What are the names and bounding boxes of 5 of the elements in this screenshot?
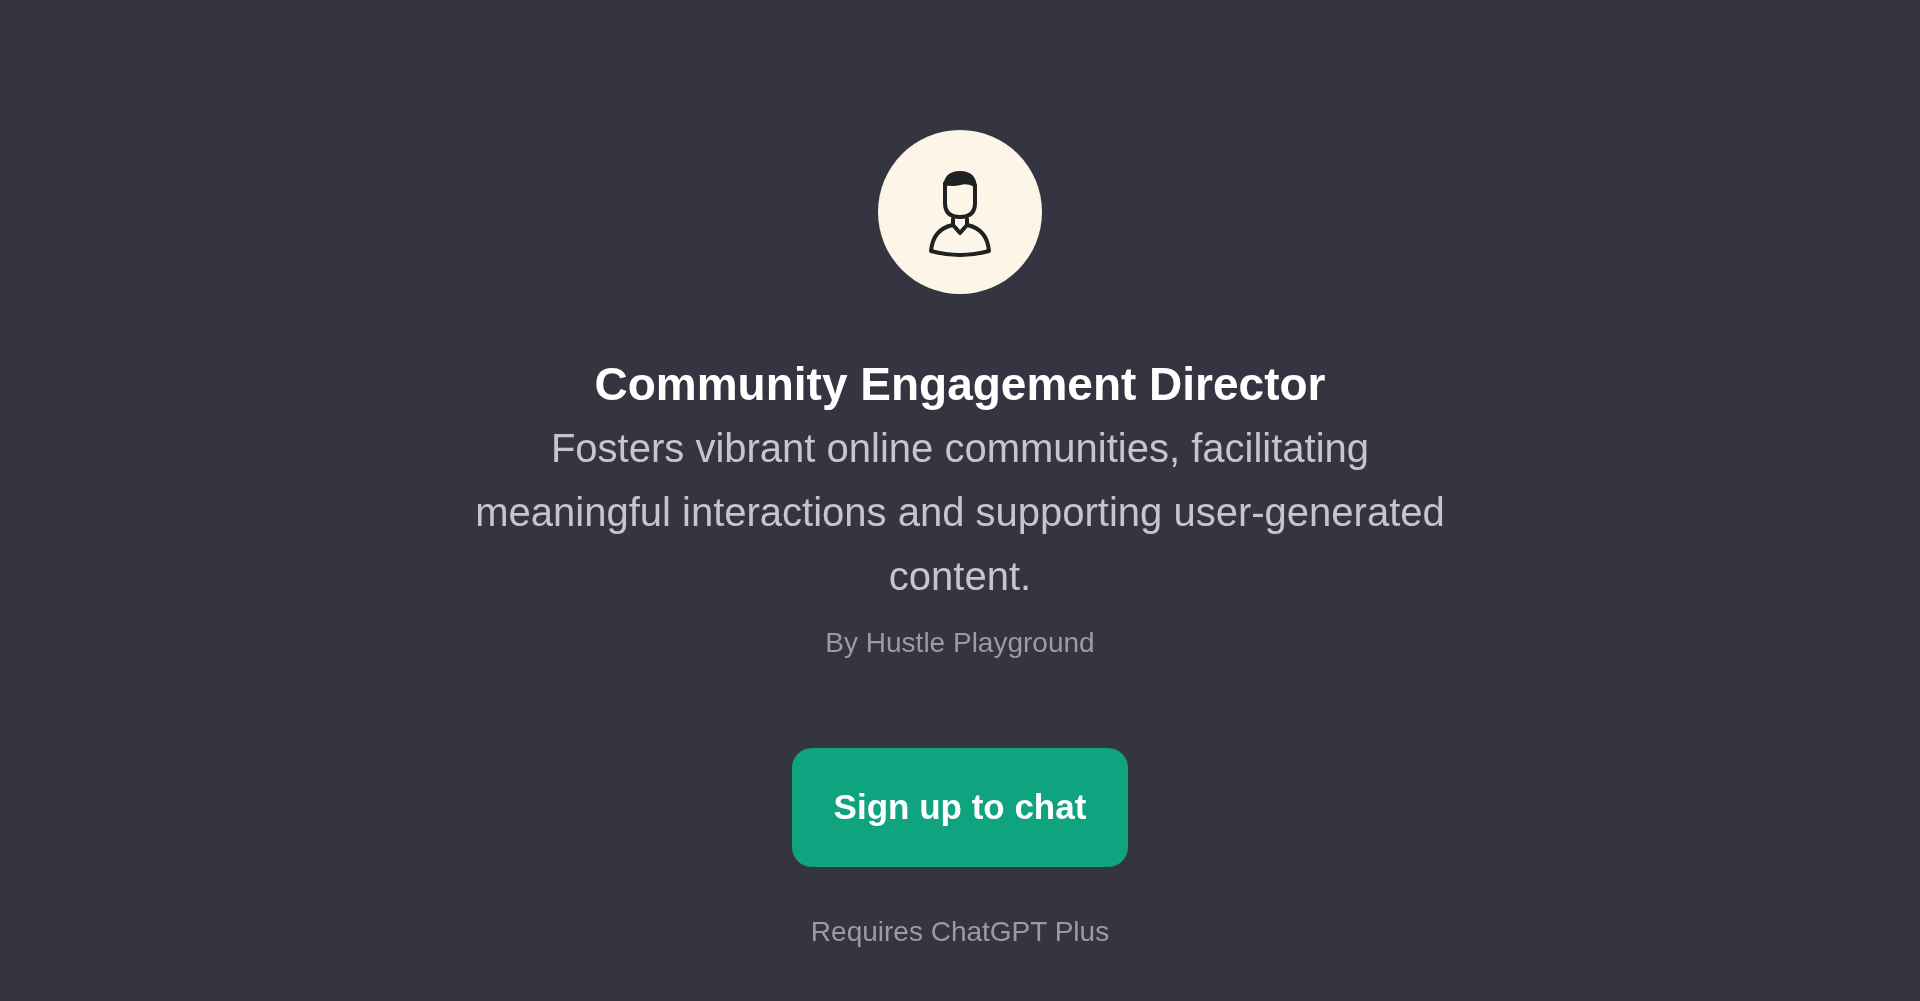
footnote: Requires ChatGPT Plus: [810, 915, 1110, 949]
signup-button[interactable]: Sign up to chat: [792, 748, 1128, 867]
author: By Hustle Playground: [825, 626, 1095, 660]
title: Community Engagement Director: [594, 357, 1326, 412]
description: Fosters vibrant online communities, facilitating meaningful interactions and supporting user-generated content.: [474, 425, 1446, 600]
